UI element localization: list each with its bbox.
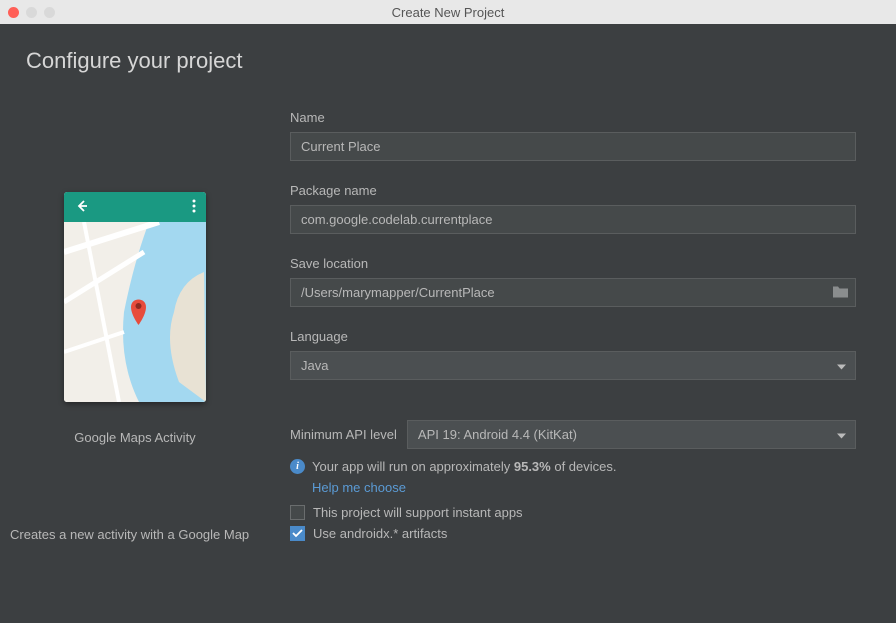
preview-label: Google Maps Activity [74,430,195,445]
name-field-group: Name [290,110,856,161]
checkbox-checked-icon[interactable] [290,526,305,541]
titlebar: Create New Project [0,0,896,24]
form-column: Name Package name Save location Language [290,110,856,603]
save-location-field-group: Save location [290,256,856,307]
maximize-icon[interactable] [44,7,55,18]
minimum-api-label: Minimum API level [290,427,397,442]
back-arrow-icon [74,198,90,217]
close-icon[interactable] [8,7,19,18]
window-title: Create New Project [392,5,505,20]
folder-icon[interactable] [833,285,848,300]
minimize-icon[interactable] [26,7,37,18]
page-title: Configure your project [26,48,856,74]
traffic-lights [8,7,55,18]
main-area: Google Maps Activity Creates a new activ… [20,110,856,603]
content-area: Configure your project [0,24,896,623]
language-select[interactable]: Java [290,351,856,380]
name-input[interactable] [290,132,856,161]
save-location-input[interactable] [290,278,856,307]
preview-column: Google Maps Activity Creates a new activ… [20,110,250,603]
minimum-api-row: Minimum API level API 19: Android 4.4 (K… [290,420,856,449]
info-icon: i [290,459,305,474]
instant-apps-label: This project will support instant apps [313,505,523,520]
save-location-label: Save location [290,256,856,271]
language-field-group: Language Java [290,329,856,380]
package-label: Package name [290,183,856,198]
api-info-line: i Your app will run on approximately 95.… [290,459,856,474]
instant-apps-checkbox-row[interactable]: This project will support instant apps [290,505,856,520]
name-label: Name [290,110,856,125]
androidx-checkbox-row[interactable]: Use androidx.* artifacts [290,526,856,541]
api-info-text: Your app will run on approximately 95.3%… [312,459,617,474]
minimum-api-select[interactable]: API 19: Android 4.4 (KitKat) [407,420,856,449]
preview-description: Creates a new activity with a Google Map [10,525,260,545]
activity-preview-card [64,192,206,402]
help-me-choose-link[interactable]: Help me choose [312,480,856,495]
package-field-group: Package name [290,183,856,234]
overflow-menu-icon [192,199,196,216]
package-input[interactable] [290,205,856,234]
map-preview [64,222,206,402]
checkbox-icon[interactable] [290,505,305,520]
preview-header [64,192,206,222]
androidx-label: Use androidx.* artifacts [313,526,447,541]
language-label: Language [290,329,856,344]
